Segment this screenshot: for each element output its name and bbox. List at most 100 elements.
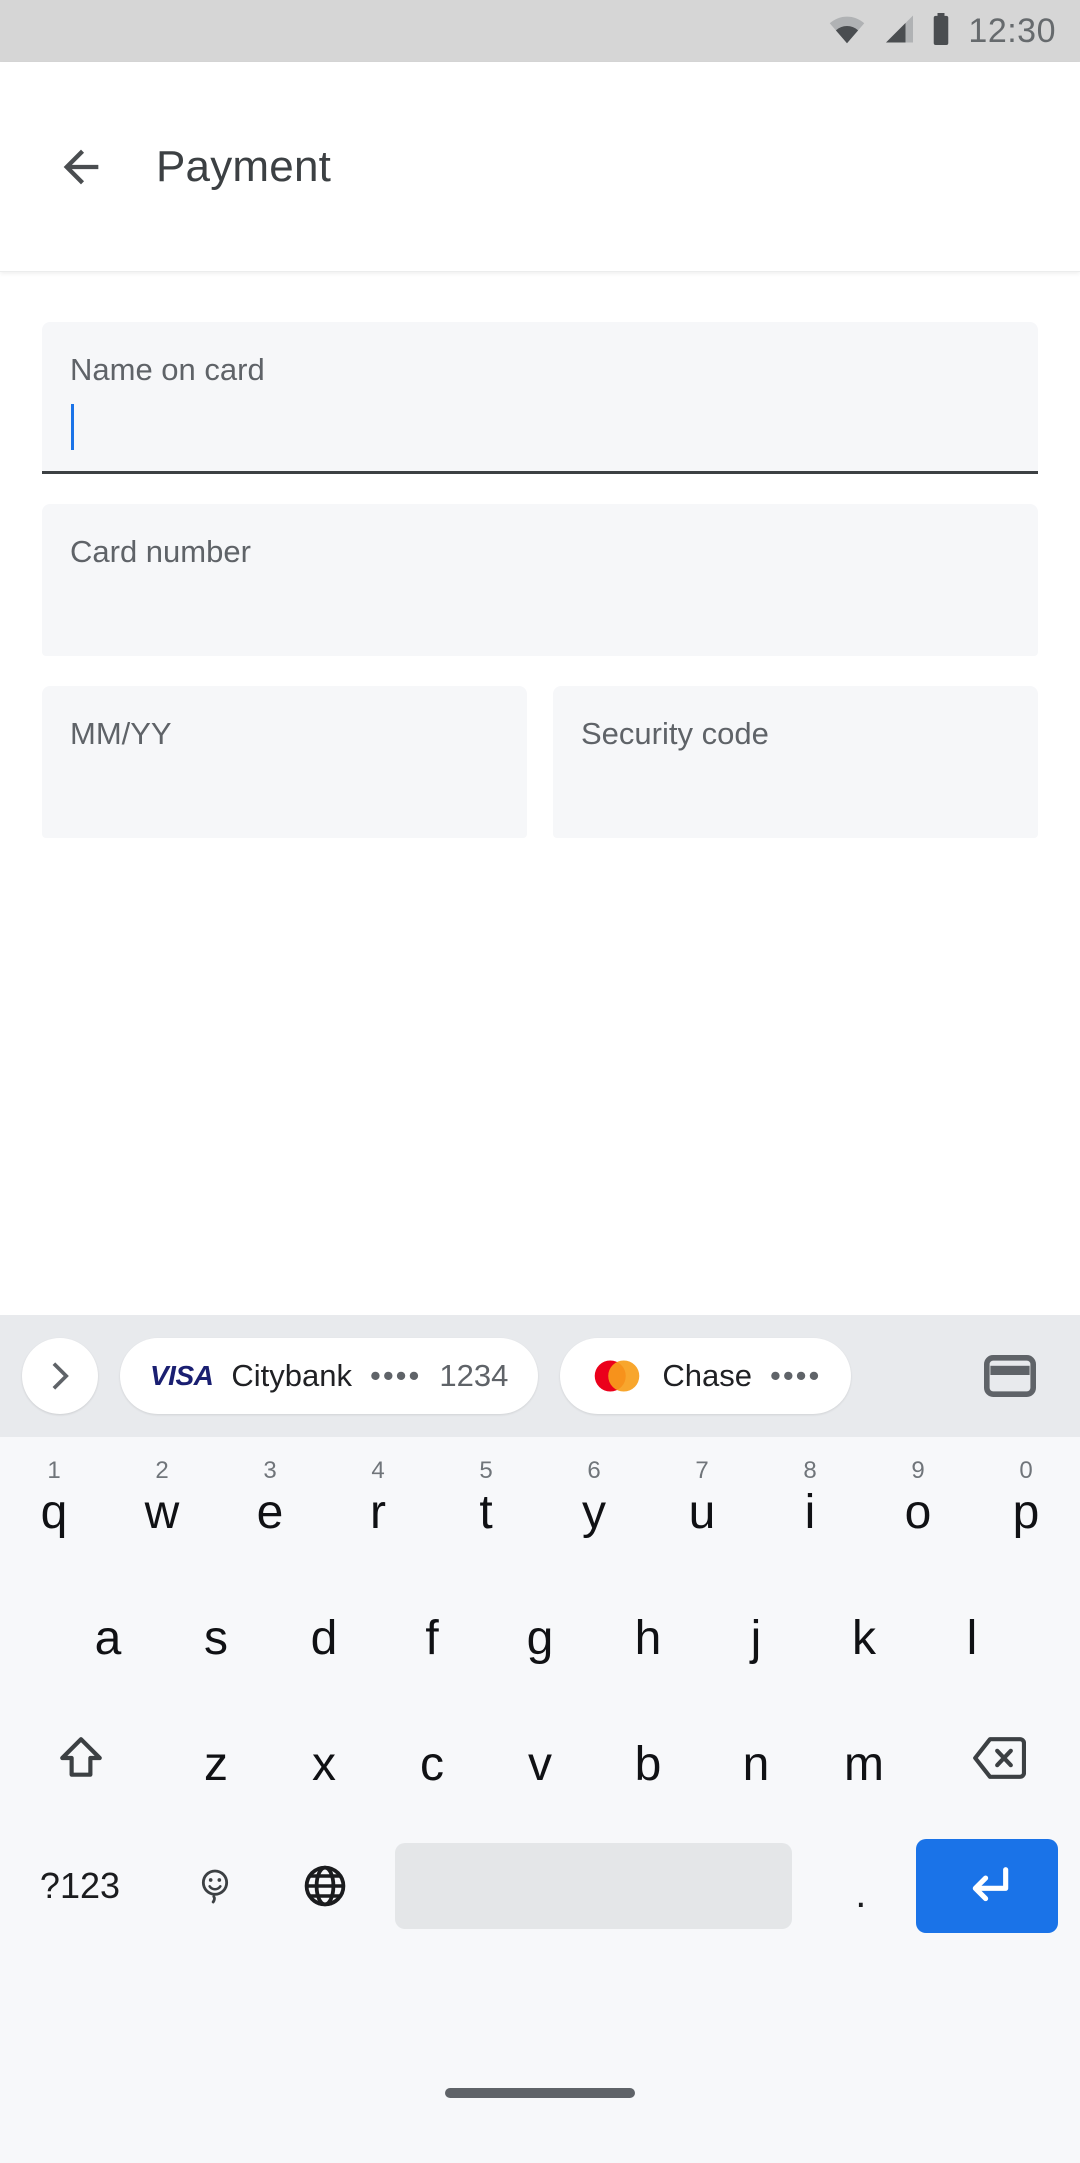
key-label: r	[370, 1486, 386, 1539]
key-label: a	[94, 1612, 122, 1665]
card-number-label: Card number	[70, 534, 251, 569]
key-label: c	[420, 1738, 444, 1791]
key-label: n	[742, 1738, 770, 1791]
key-b[interactable]: b	[594, 1695, 702, 1821]
key-label: t	[479, 1486, 493, 1539]
key-label: k	[852, 1612, 876, 1665]
card-mask-dots: ••••	[369, 1358, 422, 1393]
key-j[interactable]: j	[702, 1569, 810, 1695]
keyboard-row-3: z x c v b n m	[0, 1695, 1080, 1821]
key-i[interactable]: 8 i	[756, 1443, 864, 1569]
key-number-hint: 7	[695, 1457, 709, 1484]
key-g[interactable]: g	[486, 1569, 594, 1695]
expand-suggestions-button[interactable]	[22, 1338, 98, 1414]
key-s[interactable]: s	[162, 1569, 270, 1695]
key-r[interactable]: 4 r	[324, 1443, 432, 1569]
key-m[interactable]: m	[810, 1695, 918, 1821]
enter-icon	[972, 1867, 1009, 1902]
enter-key[interactable]	[916, 1839, 1059, 1933]
key-label: o	[904, 1486, 932, 1539]
keyboard-row-1: 1 q 2 w 3 e 4 r 5 t 6 y 7 u 8 i 9 o 0 p	[0, 1443, 1080, 1569]
autofill-suggestion-bar: VISA Citybank •••• 1234 Chase ••••	[0, 1315, 1080, 1437]
autofill-suggestion-visa[interactable]: VISA Citybank •••• 1234	[120, 1338, 539, 1414]
shift-key[interactable]	[0, 1695, 162, 1821]
key-w[interactable]: 2 w	[108, 1443, 216, 1569]
key-q[interactable]: 1 q	[0, 1443, 108, 1569]
text-caret	[71, 404, 74, 450]
expiry-date-label: MM/YY	[70, 716, 172, 751]
key-v[interactable]: v	[486, 1695, 594, 1821]
key-label: z	[204, 1738, 228, 1791]
key-label: e	[256, 1486, 284, 1539]
credit-card-icon	[984, 1355, 1036, 1397]
backspace-key[interactable]	[918, 1695, 1080, 1821]
chevron-right-icon	[52, 1362, 69, 1390]
cellular-signal-icon	[880, 14, 916, 49]
key-c[interactable]: c	[378, 1695, 486, 1821]
key-h[interactable]: h	[594, 1569, 702, 1695]
name-on-card-label: Name on card	[70, 352, 265, 387]
card-issuer-label: Citybank	[231, 1358, 352, 1393]
name-on-card-field[interactable]: Name on card	[42, 322, 1038, 474]
key-number-hint: 5	[479, 1457, 493, 1484]
key-label: s	[204, 1612, 228, 1665]
security-code-label: Security code	[581, 716, 769, 751]
key-label: h	[634, 1612, 662, 1665]
key-n[interactable]: n	[702, 1695, 810, 1821]
key-label: b	[634, 1738, 662, 1791]
key-label: i	[804, 1486, 816, 1539]
backspace-icon	[973, 1737, 1026, 1779]
status-bar: 12:30	[0, 0, 1080, 62]
card-issuer-label: Chase	[662, 1358, 752, 1393]
security-code-field[interactable]: Security code	[553, 686, 1038, 838]
key-u[interactable]: 7 u	[648, 1443, 756, 1569]
back-button[interactable]	[46, 132, 116, 202]
key-label: f	[425, 1612, 439, 1665]
payment-form: Name on card Card number MM/YY Security …	[0, 272, 1080, 1315]
key-label: j	[750, 1612, 762, 1665]
key-number-hint: 6	[587, 1457, 601, 1484]
key-label: u	[688, 1486, 716, 1539]
page-title: Payment	[156, 141, 332, 191]
key-number-hint: 0	[1019, 1457, 1033, 1484]
shift-icon	[60, 1737, 102, 1777]
key-z[interactable]: z	[162, 1695, 270, 1821]
key-d[interactable]: d	[270, 1569, 378, 1695]
key-number-hint: 4	[371, 1457, 385, 1484]
home-gesture-pill[interactable]	[445, 2088, 635, 2098]
battery-icon	[930, 12, 952, 50]
key-label: d	[310, 1612, 338, 1665]
system-navigation-bar	[0, 2023, 1080, 2163]
open-card-manager-button[interactable]	[962, 1315, 1058, 1437]
key-label: g	[526, 1612, 554, 1665]
autofill-suggestion-mastercard[interactable]: Chase ••••	[560, 1338, 852, 1414]
key-l[interactable]: l	[918, 1569, 1026, 1695]
key-o[interactable]: 9 o	[864, 1443, 972, 1569]
key-label: y	[582, 1486, 606, 1539]
card-last4: 1234	[439, 1358, 509, 1393]
key-label: w	[144, 1486, 180, 1539]
card-number-field[interactable]: Card number	[42, 504, 1038, 656]
arrow-back-icon	[63, 149, 99, 184]
globe-icon	[305, 1865, 346, 1907]
emoji-comma-key[interactable]	[160, 1821, 270, 1951]
key-label: x	[312, 1738, 336, 1791]
key-a[interactable]: a	[54, 1569, 162, 1695]
space-key[interactable]	[394, 1843, 792, 1929]
symbols-key[interactable]: ?123	[0, 1821, 160, 1951]
wifi-icon	[828, 14, 866, 49]
key-k[interactable]: k	[810, 1569, 918, 1695]
key-y[interactable]: 6 y	[540, 1443, 648, 1569]
key-number-hint: 1	[47, 1457, 61, 1484]
key-x[interactable]: x	[270, 1695, 378, 1821]
key-f[interactable]: f	[378, 1569, 486, 1695]
key-number-hint: 9	[911, 1457, 925, 1484]
key-t[interactable]: 5 t	[432, 1443, 540, 1569]
key-e[interactable]: 3 e	[216, 1443, 324, 1569]
status-icons	[828, 12, 952, 50]
expiry-date-field[interactable]: MM/YY	[42, 686, 527, 838]
language-switch-key[interactable]	[270, 1821, 380, 1951]
period-key[interactable]: .	[806, 1821, 916, 1951]
key-label: p	[1012, 1486, 1040, 1539]
key-p[interactable]: 0 p	[972, 1443, 1080, 1569]
